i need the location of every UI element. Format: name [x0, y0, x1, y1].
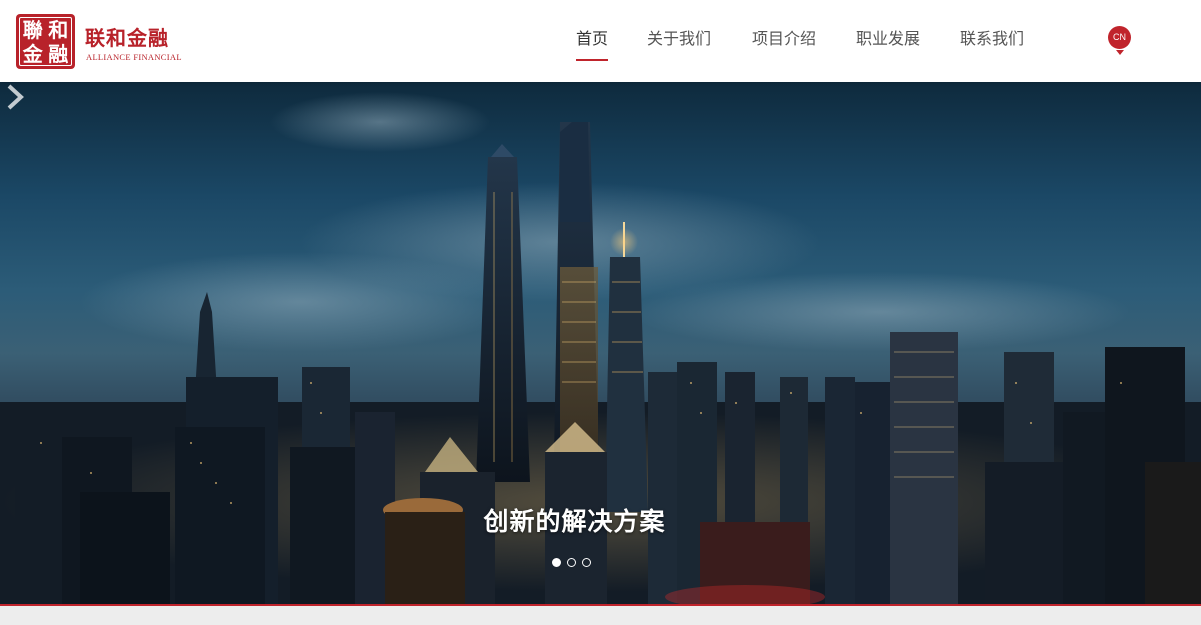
caret-down-icon[interactable] — [1116, 50, 1124, 55]
seal-frame: 聯 和 金 融 — [19, 17, 72, 66]
slider-pagination — [552, 558, 591, 567]
seal-char: 金 — [22, 42, 43, 66]
logo-seal[interactable]: 聯 和 金 融 — [16, 14, 75, 69]
hero-slider: 创新的解决方案 — [0, 82, 1201, 604]
nav-item-careers[interactable]: 职业发展 — [856, 25, 920, 49]
nav-active-indicator — [576, 59, 608, 61]
seal-char: 和 — [48, 18, 69, 42]
slide-caption: 创新的解决方案 — [483, 507, 666, 536]
brand-name-cn[interactable]: 联和金融 — [85, 22, 169, 51]
nav-item-home[interactable]: 首页 — [576, 25, 608, 49]
slider-dot-1[interactable] — [552, 558, 561, 567]
chevron-right-icon[interactable] — [0, 82, 30, 112]
content-area-start — [0, 606, 1201, 625]
slider-dot-3[interactable] — [582, 558, 591, 567]
nav-item-about[interactable]: 关于我们 — [647, 25, 711, 49]
site-header: 聯 和 金 融 联和金融 ALLIANCE FINANCIAL 首页 关于我们 … — [0, 0, 1201, 82]
slider-dot-2[interactable] — [567, 558, 576, 567]
seal-char: 聯 — [22, 18, 43, 42]
brand-name-en: ALLIANCE FINANCIAL — [86, 52, 182, 62]
nav-item-projects[interactable]: 项目介绍 — [752, 25, 816, 49]
nav-item-contact[interactable]: 联系我们 — [960, 25, 1024, 49]
language-switcher[interactable]: CN — [1108, 26, 1131, 49]
seal-char: 融 — [48, 42, 69, 66]
